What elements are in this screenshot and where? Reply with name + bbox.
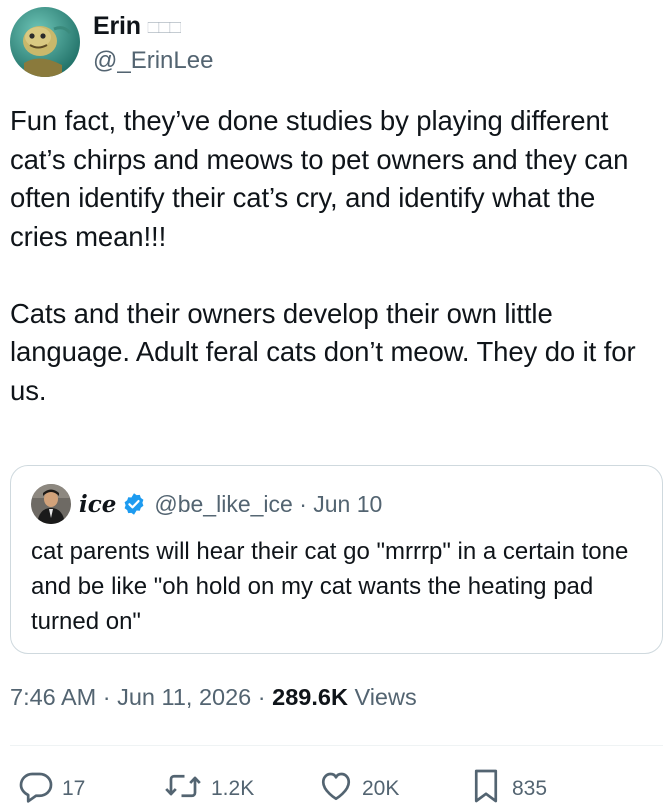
bookmark-count: 835: [512, 777, 548, 800]
action-bar: 17 1.2K 20K 835: [0, 768, 672, 810]
repost-icon: [163, 768, 203, 810]
bookmark-icon: [468, 767, 504, 811]
tweet-timestamp[interactable]: 7:46 AM · Jun 11, 2026 ·: [10, 684, 272, 710]
heart-icon: [318, 768, 354, 810]
author-display-name[interactable]: Erin: [93, 12, 141, 41]
verified-badge-icon: [122, 492, 146, 516]
author-info: Erin 🏻🏻🏻 @_ErinLee: [93, 10, 213, 75]
name-row: Erin 🏻🏻🏻: [93, 10, 213, 44]
tweet: Erin 🏻🏻🏻 @_ErinLee Fun fact, they’ve don…: [0, 0, 672, 810]
quoted-tweet-header: ice @be_like_ice · Jun 10: [31, 484, 382, 524]
views-label: Views: [347, 684, 417, 710]
reply-icon: [18, 768, 54, 810]
bookmark-button[interactable]: 835: [468, 768, 547, 810]
tweet-header: Erin 🏻🏻🏻 @_ErinLee: [10, 6, 213, 78]
repost-button[interactable]: 1.2K: [163, 768, 254, 810]
quoted-tweet-text: cat parents will hear their cat go "mrrr…: [31, 538, 629, 635]
quoted-author-name[interactable]: ice: [79, 491, 116, 518]
reply-button[interactable]: 17: [18, 768, 85, 810]
reply-count: 17: [62, 777, 86, 800]
divider: [10, 745, 663, 746]
views-count: 289.6K: [272, 684, 348, 710]
like-count: 20K: [362, 777, 400, 800]
quoted-tweet-meta: @be_like_ice · Jun 10: [154, 490, 383, 517]
quoted-tweet[interactable]: ice @be_like_ice · Jun 10 cat parents wi…: [10, 465, 663, 654]
author-handle[interactable]: @_ErinLee: [93, 47, 213, 75]
tweet-text: Fun fact, they’ve done studies by playin…: [10, 105, 636, 406]
like-button[interactable]: 20K: [318, 768, 399, 810]
repost-count: 1.2K: [211, 777, 255, 800]
name-emoji: 🏻🏻🏻: [147, 22, 181, 34]
timestamp-row: 7:46 AM · Jun 11, 2026 · 289.6K Views: [10, 684, 417, 711]
quoted-author-avatar[interactable]: [31, 484, 71, 524]
author-avatar[interactable]: [10, 7, 80, 77]
